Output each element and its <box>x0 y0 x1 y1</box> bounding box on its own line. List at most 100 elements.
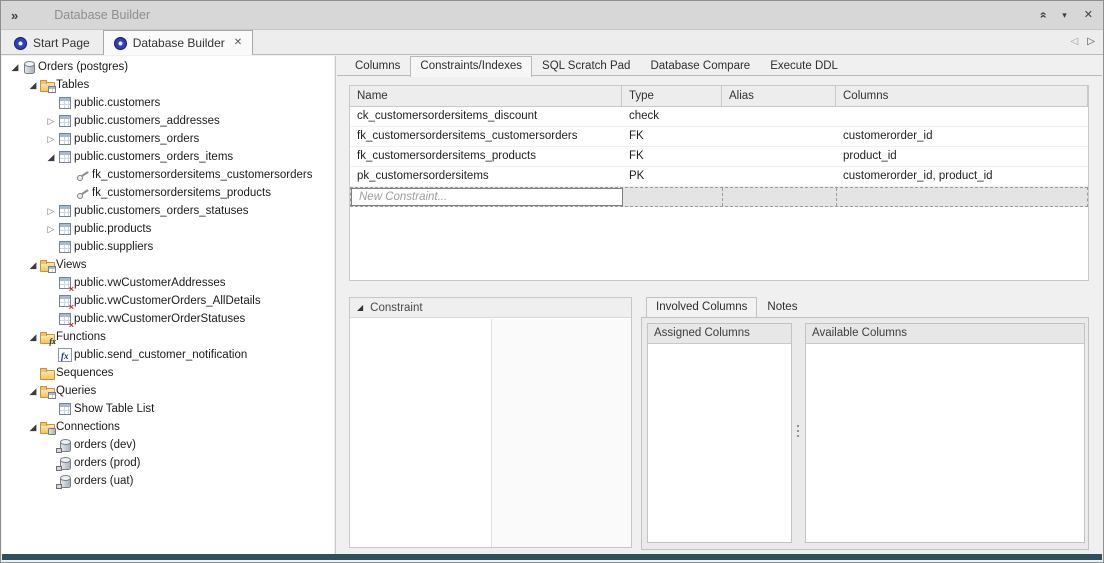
tree-item-functions[interactable]: ◢ Functions <box>2 328 334 346</box>
status-strip <box>2 554 1102 560</box>
expand-arrow-icon[interactable]: ◢ <box>26 328 40 346</box>
tree-item-orders-uat[interactable]: orders (uat) <box>2 472 334 490</box>
tree-item-connections[interactable]: ◢ Connections <box>2 418 334 436</box>
start-page-icon <box>14 37 27 50</box>
close-icon[interactable]: ✕ <box>1084 10 1093 21</box>
constraint-row[interactable]: fk_customersordersitems_customersorders … <box>350 127 1088 147</box>
constraint-type-cell[interactable]: FK <box>622 127 722 146</box>
tree-item-fk-customersordersitems-customersorders[interactable]: fk_customersordersitems_customersorders <box>2 166 334 184</box>
collapse-section-icon[interactable]: ◢ <box>357 303 363 312</box>
tree-item-public-customers-addresses[interactable]: ▷ public.customers_addresses <box>2 112 334 130</box>
constraint-name-cell[interactable]: fk_customersordersitems_products <box>350 147 622 166</box>
constraint-name-cell[interactable]: pk_customersordersitems <box>350 167 622 186</box>
tree-item-public-vwcustomerorders-alldetails[interactable]: public.vwCustomerOrders_AllDetails <box>2 292 334 310</box>
tree-item-public-vwcustomerorderstatuses[interactable]: public.vwCustomerOrderStatuses <box>2 310 334 328</box>
tree-item-label: Functions <box>56 331 106 343</box>
constraint-columns-cell[interactable]: product_id <box>836 147 1088 166</box>
collapse-arrow-icon[interactable]: ▷ <box>44 220 58 238</box>
tree-item-public-vwcustomeraddresses[interactable]: public.vwCustomerAddresses <box>2 274 334 292</box>
expand-arrow-icon[interactable]: ◢ <box>26 418 40 436</box>
constraint-alias-cell[interactable] <box>722 147 836 166</box>
tree-item-tables[interactable]: ◢ Tables <box>2 76 334 94</box>
new-constraint-type-cell[interactable] <box>623 188 723 206</box>
constraint-row[interactable]: fk_customersordersitems_products FK prod… <box>350 147 1088 167</box>
tree-item-public-customers-orders-statuses[interactable]: ▷ public.customers_orders_statuses <box>2 202 334 220</box>
tree-item-public-products[interactable]: ▷ public.products <box>2 220 334 238</box>
collapse-arrow-icon[interactable]: ▷ <box>44 202 58 220</box>
constraint-row[interactable]: pk_customersordersitems PK customerorder… <box>350 167 1088 187</box>
nav-forward-icon[interactable]: ▷ <box>1087 36 1095 47</box>
db-connection-icon <box>58 474 72 488</box>
column-header-type[interactable]: Type <box>622 86 722 106</box>
tab-execute-ddl[interactable]: Execute DDL <box>760 56 848 76</box>
tree-item-sequences[interactable]: Sequences <box>2 364 334 382</box>
constraint-type-cell[interactable]: check <box>622 107 722 126</box>
constraint-alias-cell[interactable] <box>722 167 836 186</box>
collapse-arrow-icon[interactable]: ▷ <box>44 112 58 130</box>
constraint-row[interactable]: ck_customersordersitems_discount check <box>350 107 1088 127</box>
tree-item-public-suppliers[interactable]: public.suppliers <box>2 238 334 256</box>
expand-arrow-icon[interactable]: ◢ <box>44 148 58 166</box>
column-header-alias[interactable]: Alias <box>722 86 836 106</box>
constraint-alias-cell[interactable] <box>722 127 836 146</box>
constraint-columns-cell[interactable] <box>836 107 1088 126</box>
constraint-columns-cell[interactable]: customerorder_id <box>836 127 1088 146</box>
tab-close-icon[interactable]: ✕ <box>234 37 242 48</box>
tree-item-orders-dev[interactable]: orders (dev) <box>2 436 334 454</box>
table-icon <box>58 150 72 164</box>
new-constraint-row[interactable]: New Constraint... <box>350 187 1088 207</box>
splitter-grip[interactable] <box>793 422 802 446</box>
expand-arrow-icon[interactable]: ◢ <box>26 76 40 94</box>
tab-notes[interactable]: Notes <box>757 297 807 317</box>
constraint-panel-header[interactable]: ◢ Constraint <box>350 298 631 318</box>
involved-columns-body: Assigned Columns Available Columns <box>641 317 1089 550</box>
tab-columns[interactable]: Columns <box>345 56 410 76</box>
tab-involved-columns[interactable]: Involved Columns <box>646 297 757 317</box>
tree-detail-splitter[interactable] <box>335 56 336 554</box>
available-columns-list[interactable] <box>806 344 1084 542</box>
tab-database-builder[interactable]: Database Builder ✕ <box>103 30 253 55</box>
tree-item-show-table-list[interactable]: Show Table List <box>2 400 334 418</box>
collapse-panel-icon[interactable]: » <box>1036 12 1048 19</box>
nav-back-icon[interactable]: ◁ <box>1071 36 1079 47</box>
constraint-name-cell[interactable]: fk_customersordersitems_customersorders <box>350 127 622 146</box>
constraint-alias-cell[interactable] <box>722 107 836 126</box>
tab-start-page[interactable]: Start Page <box>3 31 101 54</box>
tree-item-public-send-customer-notification[interactable]: public.send_customer_notification <box>2 346 334 364</box>
constraint-type-cell[interactable]: PK <box>622 167 722 186</box>
tab-sql-scratch-pad[interactable]: SQL Scratch Pad <box>532 56 640 76</box>
tree-item-public-customers[interactable]: public.customers <box>2 94 334 112</box>
tree-item-queries[interactable]: ◢ Queries <box>2 382 334 400</box>
tree-item-public-customers-orders[interactable]: ▷ public.customers_orders <box>2 130 334 148</box>
constraint-panel: ◢ Constraint <box>349 297 632 548</box>
column-header-name[interactable]: Name <box>350 86 622 106</box>
tree-item-label: public.customers <box>74 97 160 109</box>
tree-item-views[interactable]: ◢ Views <box>2 256 334 274</box>
tab-database-compare[interactable]: Database Compare <box>640 56 760 76</box>
tree-item-label: Orders (postgres) <box>38 61 128 73</box>
titlebar: » Database Builder » ▾ ✕ <box>1 1 1103 30</box>
constraint-type-cell[interactable]: FK <box>622 147 722 166</box>
new-constraint-alias-cell[interactable] <box>723 188 837 206</box>
expand-arrow-icon[interactable]: ◢ <box>26 382 40 400</box>
constraint-properties-values[interactable] <box>491 319 632 547</box>
column-header-columns[interactable]: Columns <box>836 86 1088 106</box>
tab-constraints-indexes[interactable]: Constraints/Indexes <box>410 56 532 77</box>
constraint-columns-cell[interactable]: customerorder_id, product_id <box>836 167 1088 186</box>
constraint-name-cell[interactable]: ck_customersordersitems_discount <box>350 107 622 126</box>
database-builder-icon <box>114 37 127 50</box>
panel-menu-icon[interactable]: » <box>11 8 18 23</box>
new-constraint-input[interactable]: New Constraint... <box>351 188 623 206</box>
tree-item-orders-prod[interactable]: orders (prod) <box>2 454 334 472</box>
new-constraint-columns-cell[interactable] <box>837 188 1087 206</box>
expand-arrow-icon[interactable]: ◢ <box>26 256 40 274</box>
tree-item-public-customers-orders-items[interactable]: ◢ public.customers_orders_items <box>2 148 334 166</box>
assigned-columns-list[interactable] <box>648 344 791 542</box>
dropdown-arrow-icon[interactable]: ▾ <box>1062 11 1067 20</box>
table-icon <box>58 240 72 254</box>
tree-item-fk-customersordersitems-products[interactable]: fk_customersordersitems_products <box>2 184 334 202</box>
constraint-properties-body[interactable] <box>350 319 631 547</box>
tree-item-orders-postgres[interactable]: ◢ Orders (postgres) <box>2 58 334 76</box>
collapse-arrow-icon[interactable]: ▷ <box>44 130 58 148</box>
expand-arrow-icon[interactable]: ◢ <box>8 58 22 76</box>
